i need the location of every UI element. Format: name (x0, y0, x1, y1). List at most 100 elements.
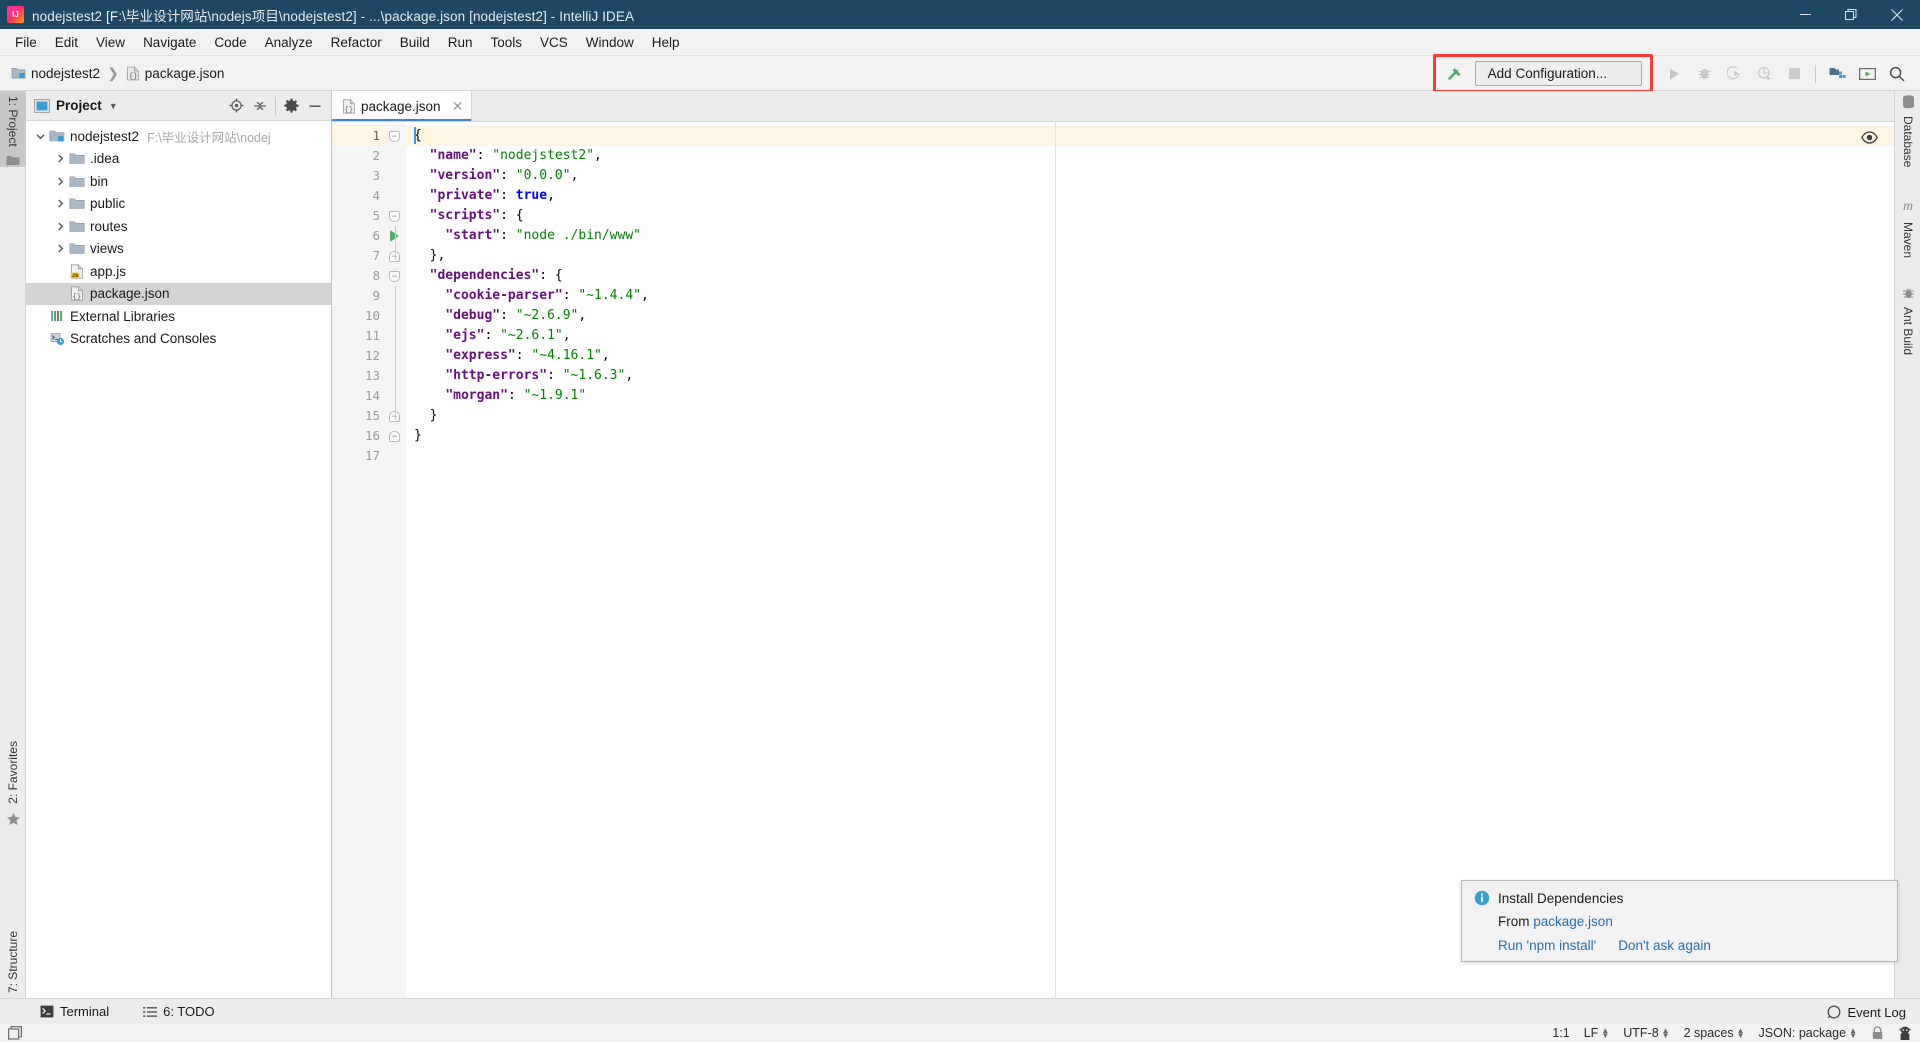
fold-marker-row[interactable] (388, 346, 406, 366)
fold-marker-row[interactable] (388, 286, 406, 306)
lock-icon[interactable] (1871, 1026, 1884, 1040)
sidebar-item-project[interactable]: 1: Project (0, 91, 26, 167)
fold-collapse-icon[interactable]: − (389, 131, 400, 142)
menu-navigate[interactable]: Navigate (134, 32, 205, 53)
line-separator[interactable]: LF ▲ ▼ (1584, 1026, 1610, 1040)
breadcrumb-project[interactable]: nodejstest2 (8, 64, 103, 83)
sidebar-item-favorites[interactable]: 2: Favorites (0, 736, 26, 826)
chevron-down-icon[interactable] (32, 132, 48, 141)
fold-marker-row[interactable] (388, 366, 406, 386)
tree-row-bin[interactable]: bin (26, 170, 331, 193)
gutter-line-number[interactable]: 9 (332, 286, 388, 306)
code-line[interactable]: "ejs": "~2.6.1", (406, 326, 1894, 346)
tree-row-views[interactable]: views (26, 238, 331, 261)
tree-row-external-libraries[interactable]: External Libraries (26, 305, 331, 328)
gutter-line-number[interactable]: 5 (332, 206, 388, 226)
menu-code[interactable]: Code (205, 32, 255, 53)
event-log-button[interactable]: Event Log (1823, 1003, 1910, 1022)
menu-refactor[interactable]: Refactor (322, 32, 391, 53)
code-line[interactable]: { (406, 126, 1894, 146)
run-npm-install-link[interactable]: Run 'npm install' (1498, 938, 1596, 953)
profiler-icon[interactable] (1749, 61, 1779, 87)
code-line[interactable]: "dependencies": { (406, 266, 1894, 286)
gutter-line-number[interactable]: 8 (332, 266, 388, 286)
editor-body[interactable]: 1234567891011121314151617 −−−−−− { "name… (332, 122, 1894, 998)
fold-collapse-icon[interactable]: − (389, 271, 400, 282)
tree-row-app-js[interactable]: JS app.js (26, 260, 331, 283)
gutter-line-number[interactable]: 7 (332, 246, 388, 266)
code-line[interactable]: "express": "~4.16.1", (406, 346, 1894, 366)
dont-ask-again-link[interactable]: Don't ask again (1618, 938, 1711, 953)
notification-from-file-link[interactable]: package.json (1533, 914, 1613, 929)
gutter-line-number[interactable]: 6 (332, 226, 388, 246)
code-line[interactable]: "name": "nodejstest2", (406, 146, 1894, 166)
code-line[interactable]: "http-errors": "~1.6.3", (406, 366, 1894, 386)
code-line[interactable]: "version": "0.0.0", (406, 166, 1894, 186)
fold-marker-row[interactable] (388, 166, 406, 186)
close-button[interactable] (1874, 0, 1920, 29)
collapse-all-icon[interactable] (248, 94, 272, 118)
gutter-line-number[interactable]: 15 (332, 406, 388, 426)
chevron-right-icon[interactable] (52, 199, 68, 208)
close-icon[interactable]: ✕ (452, 98, 464, 115)
tree-row-nodejstest2[interactable]: nodejstest2 F:\毕业设计网站\nodej (26, 125, 331, 148)
menu-run[interactable]: Run (439, 32, 482, 53)
code-line[interactable]: "cookie-parser": "~1.4.4", (406, 286, 1894, 306)
fold-marker-row[interactable]: − (388, 206, 406, 226)
code-line[interactable]: "start": "node ./bin/www" (406, 226, 1894, 246)
gutter-line-number[interactable]: 3 (332, 166, 388, 186)
chevron-right-icon[interactable] (52, 244, 68, 253)
fold-marker-row[interactable] (388, 186, 406, 206)
inspector-icon[interactable] (1898, 1026, 1912, 1041)
add-configuration-button[interactable]: Add Configuration... (1474, 61, 1642, 86)
gutter-line-number[interactable]: 4 (332, 186, 388, 206)
presentation-icon[interactable] (1852, 61, 1882, 87)
settings-gear-icon[interactable] (279, 94, 303, 118)
fold-marker-row[interactable]: − (388, 426, 406, 446)
locate-icon[interactable] (224, 94, 248, 118)
maximize-restore-button[interactable] (1828, 0, 1874, 29)
code-line[interactable]: } (406, 426, 1894, 446)
search-everywhere-icon[interactable] (1882, 61, 1912, 87)
fold-marker-row[interactable]: − (388, 266, 406, 286)
fold-marker-row[interactable] (388, 306, 406, 326)
fold-marker-row[interactable] (388, 326, 406, 346)
code-line[interactable]: "private": true, (406, 186, 1894, 206)
fold-marker-row[interactable] (388, 446, 406, 466)
indent-setting[interactable]: 2 spaces ▲ ▼ (1684, 1026, 1745, 1040)
file-encoding[interactable]: UTF-8 ▲ ▼ (1623, 1026, 1669, 1040)
tree-row-routes[interactable]: routes (26, 215, 331, 238)
stop-icon[interactable] (1779, 61, 1809, 87)
caret-position[interactable]: 1:1 (1552, 1026, 1569, 1040)
sidebar-item-database[interactable]: Database (1895, 95, 1920, 172)
menu-tools[interactable]: Tools (482, 32, 532, 53)
chevron-right-icon[interactable] (52, 177, 68, 186)
editor-tab-package-json[interactable]: {} package.json ✕ (332, 91, 473, 121)
menu-edit[interactable]: Edit (46, 32, 87, 53)
menu-vcs[interactable]: VCS (531, 32, 577, 53)
toggle-toolbar-icon[interactable] (8, 1026, 23, 1040)
fold-marker-row[interactable]: − (388, 126, 406, 146)
menu-window[interactable]: Window (577, 32, 643, 53)
breadcrumb-file[interactable]: {} package.json (123, 64, 228, 83)
gutter-line-number[interactable]: 1 (332, 126, 388, 146)
code-line[interactable]: "scripts": { (406, 206, 1894, 226)
hide-panel-icon[interactable] (303, 94, 327, 118)
project-structure-icon[interactable] (1822, 61, 1852, 87)
gutter-line-number[interactable]: 16 (332, 426, 388, 446)
gutter-line-number[interactable]: 17 (332, 446, 388, 466)
minimize-button[interactable] (1782, 0, 1828, 29)
menu-file[interactable]: File (6, 32, 46, 53)
chevron-right-icon[interactable] (52, 154, 68, 163)
tree-row-public[interactable]: public (26, 193, 331, 216)
debug-icon[interactable] (1689, 61, 1719, 87)
gutter-line-number[interactable]: 11 (332, 326, 388, 346)
fold-marker-row[interactable] (388, 226, 406, 246)
sidebar-item-ant-build[interactable]: Ant Build (1895, 287, 1920, 360)
bottom-item-todo[interactable]: 6: TODO (139, 1002, 219, 1021)
menu-help[interactable]: Help (643, 32, 689, 53)
file-type[interactable]: JSON: package ▲ ▼ (1759, 1026, 1857, 1040)
hammer-icon[interactable] (1442, 64, 1469, 83)
tree-row-scratches-and-consoles[interactable]: Scratches and Consoles (26, 328, 331, 351)
code-line[interactable]: "morgan": "~1.9.1" (406, 386, 1894, 406)
